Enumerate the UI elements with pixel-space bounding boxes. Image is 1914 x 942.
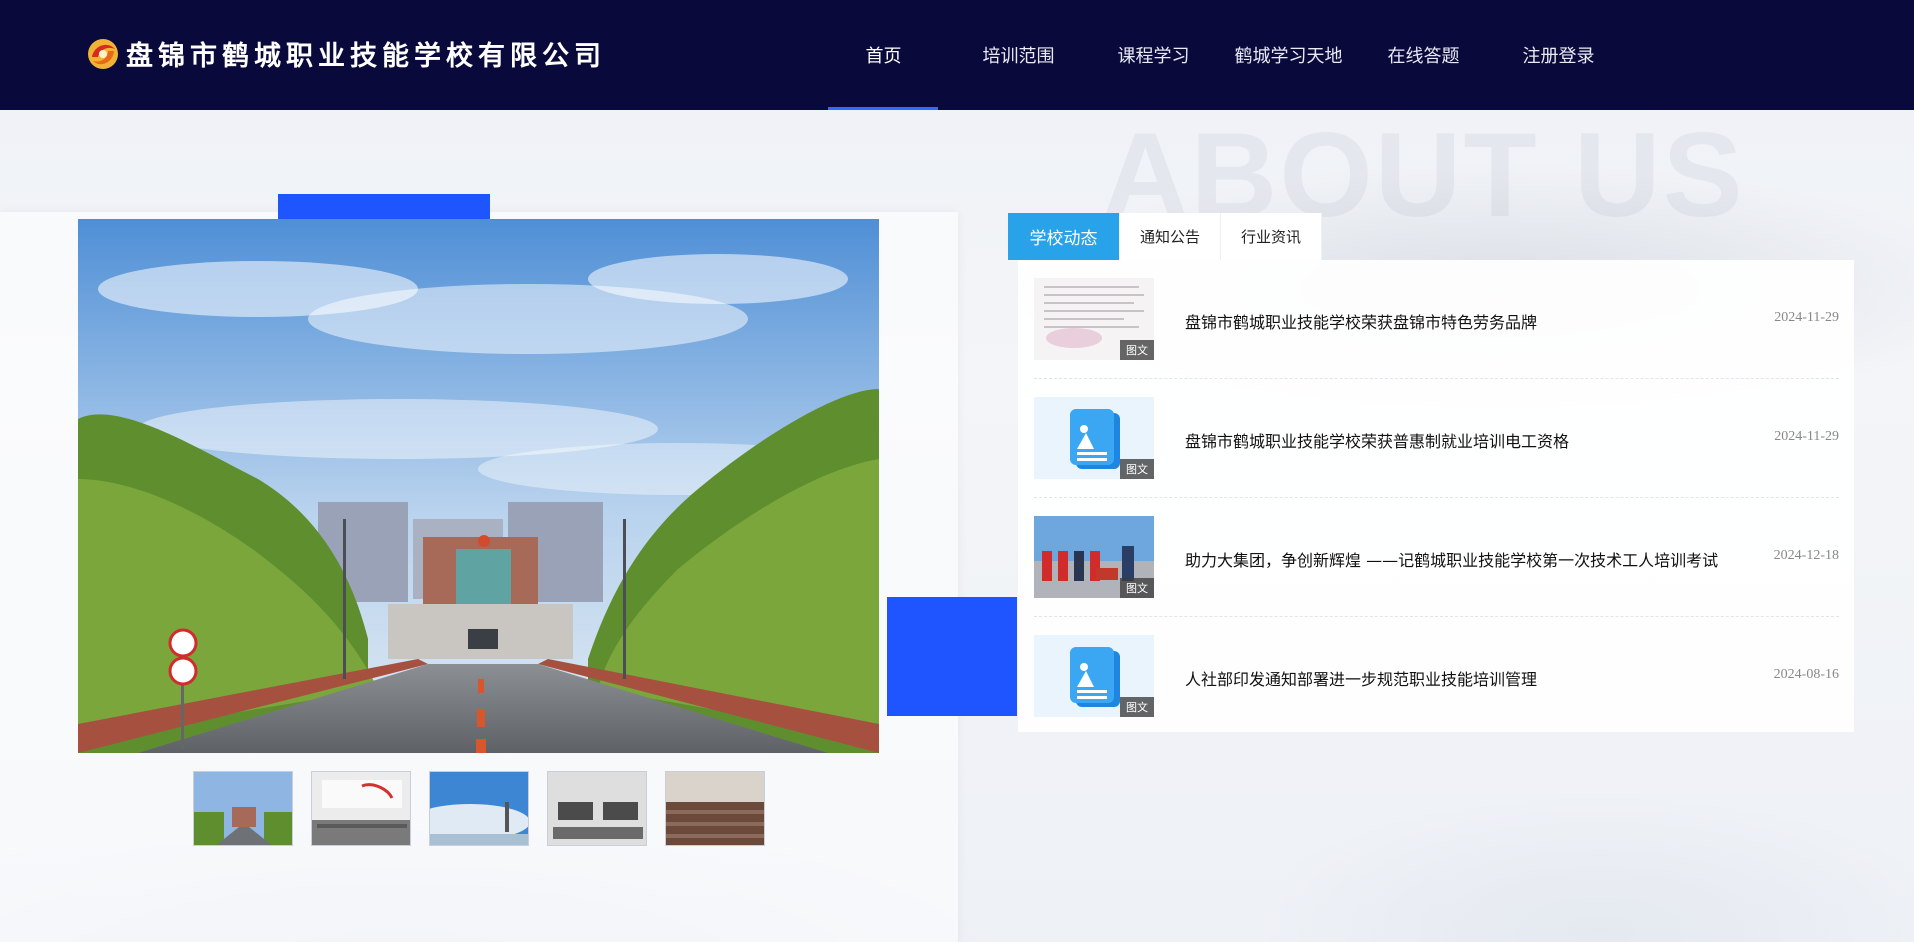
decorative-blue-tab <box>278 194 490 219</box>
classroom-banner-thumbnail[interactable] <box>311 771 411 846</box>
lecture-hall-thumbnail[interactable] <box>665 771 765 846</box>
default-doc-icon: 图文 <box>1034 635 1154 717</box>
workers-photo: 图文 <box>1034 516 1154 598</box>
graphic-text-badge: 图文 <box>1120 459 1154 479</box>
news-date: 2024-11-29 <box>1774 310 1839 325</box>
news-date: 2024-12-18 <box>1773 548 1839 563</box>
news-title[interactable]: 盘锦市鹤城职业技能学校荣获普惠制就业培训电工资格 <box>1185 428 1569 452</box>
decorative-blue-block <box>887 597 1017 716</box>
tab-notices[interactable]: 通知公告 <box>1120 213 1222 260</box>
tab-industry-news[interactable]: 行业资讯 <box>1221 213 1323 260</box>
sky-building-thumbnail[interactable] <box>429 771 529 846</box>
news-date: 2024-08-16 <box>1773 667 1839 682</box>
news-item[interactable]: 图文 盘锦市鹤城职业技能学校荣获普惠制就业培训电工资格 2024-11-29 <box>1034 379 1839 498</box>
nav-item-home[interactable]: 首页 <box>816 0 951 110</box>
nav-item-online-quiz[interactable]: 在线答题 <box>1356 0 1491 110</box>
main-nav: 首页 培训范围 课程学习 鹤城学习天地 在线答题 注册登录 <box>816 0 1626 110</box>
nav-item-courses[interactable]: 课程学习 <box>1086 0 1221 110</box>
nav-item-training-scope[interactable]: 培训范围 <box>951 0 1086 110</box>
graphic-text-badge: 图文 <box>1120 578 1154 598</box>
news-tabs: 学校动态 通知公告 行业资讯 <box>1008 213 1323 260</box>
document-photo: 图文 <box>1034 278 1154 360</box>
campus-road-photo[interactable] <box>78 219 879 753</box>
swirl-logo-icon <box>88 38 118 69</box>
computer-lab-thumbnail[interactable] <box>547 771 647 846</box>
tab-school-news[interactable]: 学校动态 <box>1008 213 1120 260</box>
site-name: 盘锦市鹤城职业技能学校有限公司 <box>126 41 606 72</box>
graphic-text-badge: 图文 <box>1120 340 1154 360</box>
campus-road-thumbnail[interactable] <box>193 771 293 846</box>
site-header: 盘锦市鹤城职业技能学校有限公司 首页 培训范围 课程学习 鹤城学习天地 在线答题… <box>0 0 1914 110</box>
news-date: 2024-11-29 <box>1774 429 1839 444</box>
thumbnail-strip <box>193 771 765 846</box>
news-title[interactable]: 盘锦市鹤城职业技能学校荣获盘锦市特色劳务品牌 <box>1185 309 1537 333</box>
news-title[interactable]: 人社部印发通知部署进一步规范职业技能培训管理 <box>1185 666 1537 690</box>
news-item[interactable]: 图文 盘锦市鹤城职业技能学校荣获盘锦市特色劳务品牌 2024-11-29 <box>1034 260 1839 379</box>
news-list: 图文 盘锦市鹤城职业技能学校荣获盘锦市特色劳务品牌 2024-11-29 图文 … <box>1018 260 1854 732</box>
news-item[interactable]: 图文 助力大集团，争创新辉煌 ——记鹤城职业技能学校第一次技术工人培训考试 20… <box>1034 498 1839 617</box>
graphic-text-badge: 图文 <box>1120 697 1154 717</box>
nav-item-register-login[interactable]: 注册登录 <box>1491 0 1626 110</box>
site-logo[interactable]: 盘锦市鹤城职业技能学校有限公司 <box>86 34 606 73</box>
news-item[interactable]: 图文 人社部印发通知部署进一步规范职业技能培训管理 2024-08-16 <box>1034 617 1839 736</box>
news-title[interactable]: 助力大集团，争创新辉煌 ——记鹤城职业技能学校第一次技术工人培训考试 <box>1185 547 1718 571</box>
nav-item-learning-world[interactable]: 鹤城学习天地 <box>1221 0 1356 110</box>
default-doc-icon: 图文 <box>1034 397 1154 479</box>
